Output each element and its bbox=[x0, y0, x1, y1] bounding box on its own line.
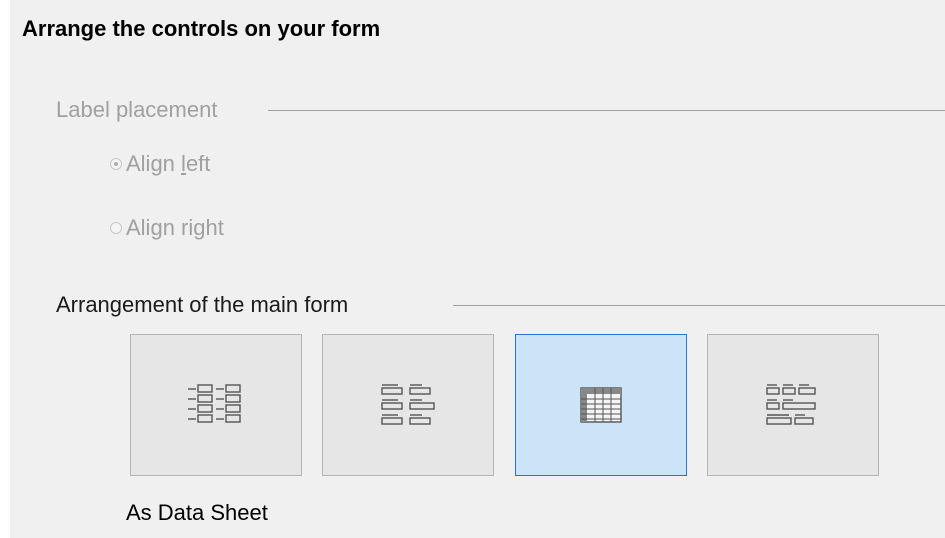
label-placement-legend: Label placement bbox=[56, 97, 218, 122]
selected-arrangement-caption: As Data Sheet bbox=[126, 500, 268, 525]
radio-checked-icon bbox=[110, 158, 122, 170]
main-form-divider bbox=[453, 305, 945, 306]
arrangement-columnar-top-button[interactable] bbox=[322, 334, 494, 476]
label-placement-divider bbox=[268, 110, 945, 111]
align-left-label: Align left bbox=[126, 151, 211, 176]
columnar-labels-left-icon bbox=[188, 384, 241, 423]
radio-unchecked-icon bbox=[110, 222, 122, 234]
arrangement-data-sheet-button[interactable] bbox=[515, 334, 687, 476]
align-right-radio[interactable]: Align right bbox=[110, 215, 224, 241]
main-form-legend: Arrangement of the main form bbox=[56, 292, 349, 317]
columnar-labels-top-icon bbox=[381, 384, 435, 425]
align-right-label: Align right bbox=[126, 215, 224, 240]
data-sheet-icon bbox=[580, 387, 622, 423]
page-title: Arrange the controls on your form bbox=[22, 16, 381, 41]
arrangement-blocks-top-button[interactable] bbox=[707, 334, 879, 476]
wizard-page: Arrange the controls on your form Label … bbox=[10, 0, 945, 538]
block-labels-above-icon bbox=[766, 384, 816, 425]
align-left-radio[interactable]: Align left bbox=[110, 151, 210, 177]
page-header: Arrange the controls on your form bbox=[10, 0, 945, 64]
arrangement-columnar-left-button[interactable] bbox=[130, 334, 302, 476]
